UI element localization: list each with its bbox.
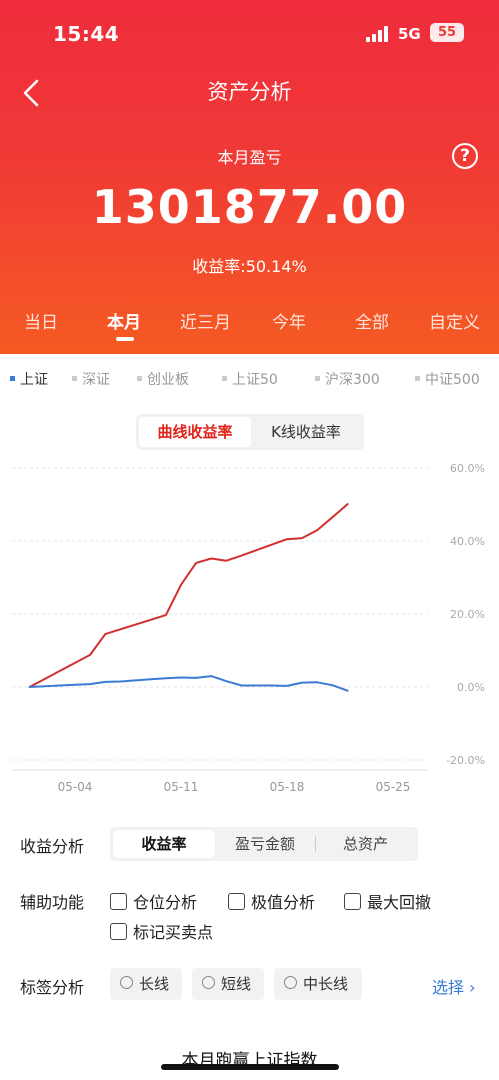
checkbox-icon bbox=[110, 923, 127, 940]
analysis-switch: 收益率 盈亏金额 总资产 bbox=[110, 827, 418, 861]
checkbox-icon bbox=[228, 893, 245, 910]
header: 15:44 5G 55 资产分析 本月盈亏 ? 1301877.00 收益率:5… bbox=[0, 0, 499, 354]
page-title: 资产分析 bbox=[207, 80, 292, 104]
yield-value: 50.14% bbox=[245, 257, 307, 276]
signal-icon bbox=[366, 26, 388, 42]
tab-custom[interactable]: 自定义 bbox=[429, 308, 480, 333]
y-tick-label: 20.0% bbox=[450, 608, 485, 621]
tag-short-chip[interactable]: 短线 bbox=[192, 968, 264, 1000]
tab-all[interactable]: 全部 bbox=[355, 308, 389, 333]
index-line bbox=[28, 675, 349, 692]
index-item[interactable]: 上证50 bbox=[222, 369, 278, 389]
home-indicator bbox=[161, 1064, 339, 1070]
battery-icon: 55 bbox=[430, 23, 464, 42]
analysis-assets-button[interactable]: 总资产 bbox=[316, 830, 415, 858]
return-chart-svg: 60.0% 40.0% 20.0% 0.0% -20.0% 05-04 05-11 05-18… bbox=[12, 462, 485, 794]
portfolio-line bbox=[28, 503, 349, 688]
analysis-yield-button[interactable]: 收益率 bbox=[113, 830, 215, 858]
tag-mid-chip[interactable]: 中长线 bbox=[274, 968, 362, 1000]
x-tick-label: 05-18 bbox=[270, 780, 305, 794]
checkbox-extreme[interactable]: 极值分析 bbox=[228, 889, 315, 913]
y-tick-label: 60.0% bbox=[450, 462, 485, 475]
pl-label: 本月盈亏 bbox=[217, 148, 282, 167]
mode-kline-button[interactable]: K线收益率 bbox=[251, 417, 361, 447]
checkbox-position[interactable]: 仓位分析 bbox=[110, 889, 197, 913]
return-chart: 60.0% 40.0% 20.0% 0.0% -20.0% 05-04 05-11 05-18… bbox=[0, 455, 499, 800]
radio-icon bbox=[202, 976, 215, 989]
y-tick-label: 0.0% bbox=[457, 681, 485, 694]
checkbox-drawdown[interactable]: 最大回撤 bbox=[344, 889, 431, 913]
mode-curve-button[interactable]: 曲线收益率 bbox=[139, 417, 251, 447]
x-tick-label: 05-25 bbox=[376, 780, 411, 794]
index-item[interactable]: 中证500 bbox=[415, 369, 480, 389]
radio-icon bbox=[120, 976, 133, 989]
tab-this-month[interactable]: 本月 bbox=[107, 308, 141, 333]
index-item[interactable]: 上证 bbox=[10, 369, 48, 389]
checkbox-trades[interactable]: 标记买卖点 bbox=[110, 919, 213, 943]
aux-label: 辅助功能 bbox=[20, 893, 85, 912]
index-item[interactable]: 沪深300 bbox=[315, 369, 380, 389]
chart-mode-switch: 曲线收益率 K线收益率 bbox=[136, 414, 364, 450]
index-item[interactable]: 深证 bbox=[72, 369, 110, 389]
yield-line: 收益率:50.14% bbox=[0, 253, 499, 277]
checkbox-icon bbox=[110, 893, 127, 910]
help-icon[interactable]: ? bbox=[452, 143, 478, 169]
y-tick-label: -20.0% bbox=[446, 754, 485, 767]
radio-icon bbox=[284, 976, 297, 989]
checkbox-icon bbox=[344, 893, 361, 910]
tab-today[interactable]: 当日 bbox=[24, 308, 58, 333]
tab-indicator bbox=[116, 337, 134, 341]
tab-three-months[interactable]: 近三月 bbox=[180, 308, 231, 333]
tag-long-chip[interactable]: 长线 bbox=[110, 968, 182, 1000]
analysis-pl-button[interactable]: 盈亏金额 bbox=[215, 830, 315, 858]
index-selector: 上证 深证 创业板 上证50 沪深300 中证500 bbox=[0, 369, 499, 391]
pl-amount: 1301877.00 bbox=[91, 180, 408, 234]
status-bar: 15:44 5G 55 bbox=[0, 18, 499, 48]
select-link[interactable]: 选择 › bbox=[432, 974, 476, 998]
y-tick-label: 40.0% bbox=[450, 535, 485, 548]
tab-this-year[interactable]: 今年 bbox=[272, 308, 306, 333]
x-tick-label: 05-04 bbox=[58, 780, 93, 794]
network-type: 5G bbox=[398, 25, 421, 43]
clock: 15:44 bbox=[53, 22, 120, 46]
x-tick-label: 05-11 bbox=[164, 780, 199, 794]
yield-label: 收益率: bbox=[192, 257, 246, 276]
index-item[interactable]: 创业板 bbox=[137, 369, 189, 389]
period-tabs: 当日 本月 近三月 今年 全部 自定义 bbox=[0, 308, 499, 338]
analysis-label: 收益分析 bbox=[20, 837, 85, 856]
tags-label: 标签分析 bbox=[20, 978, 85, 997]
